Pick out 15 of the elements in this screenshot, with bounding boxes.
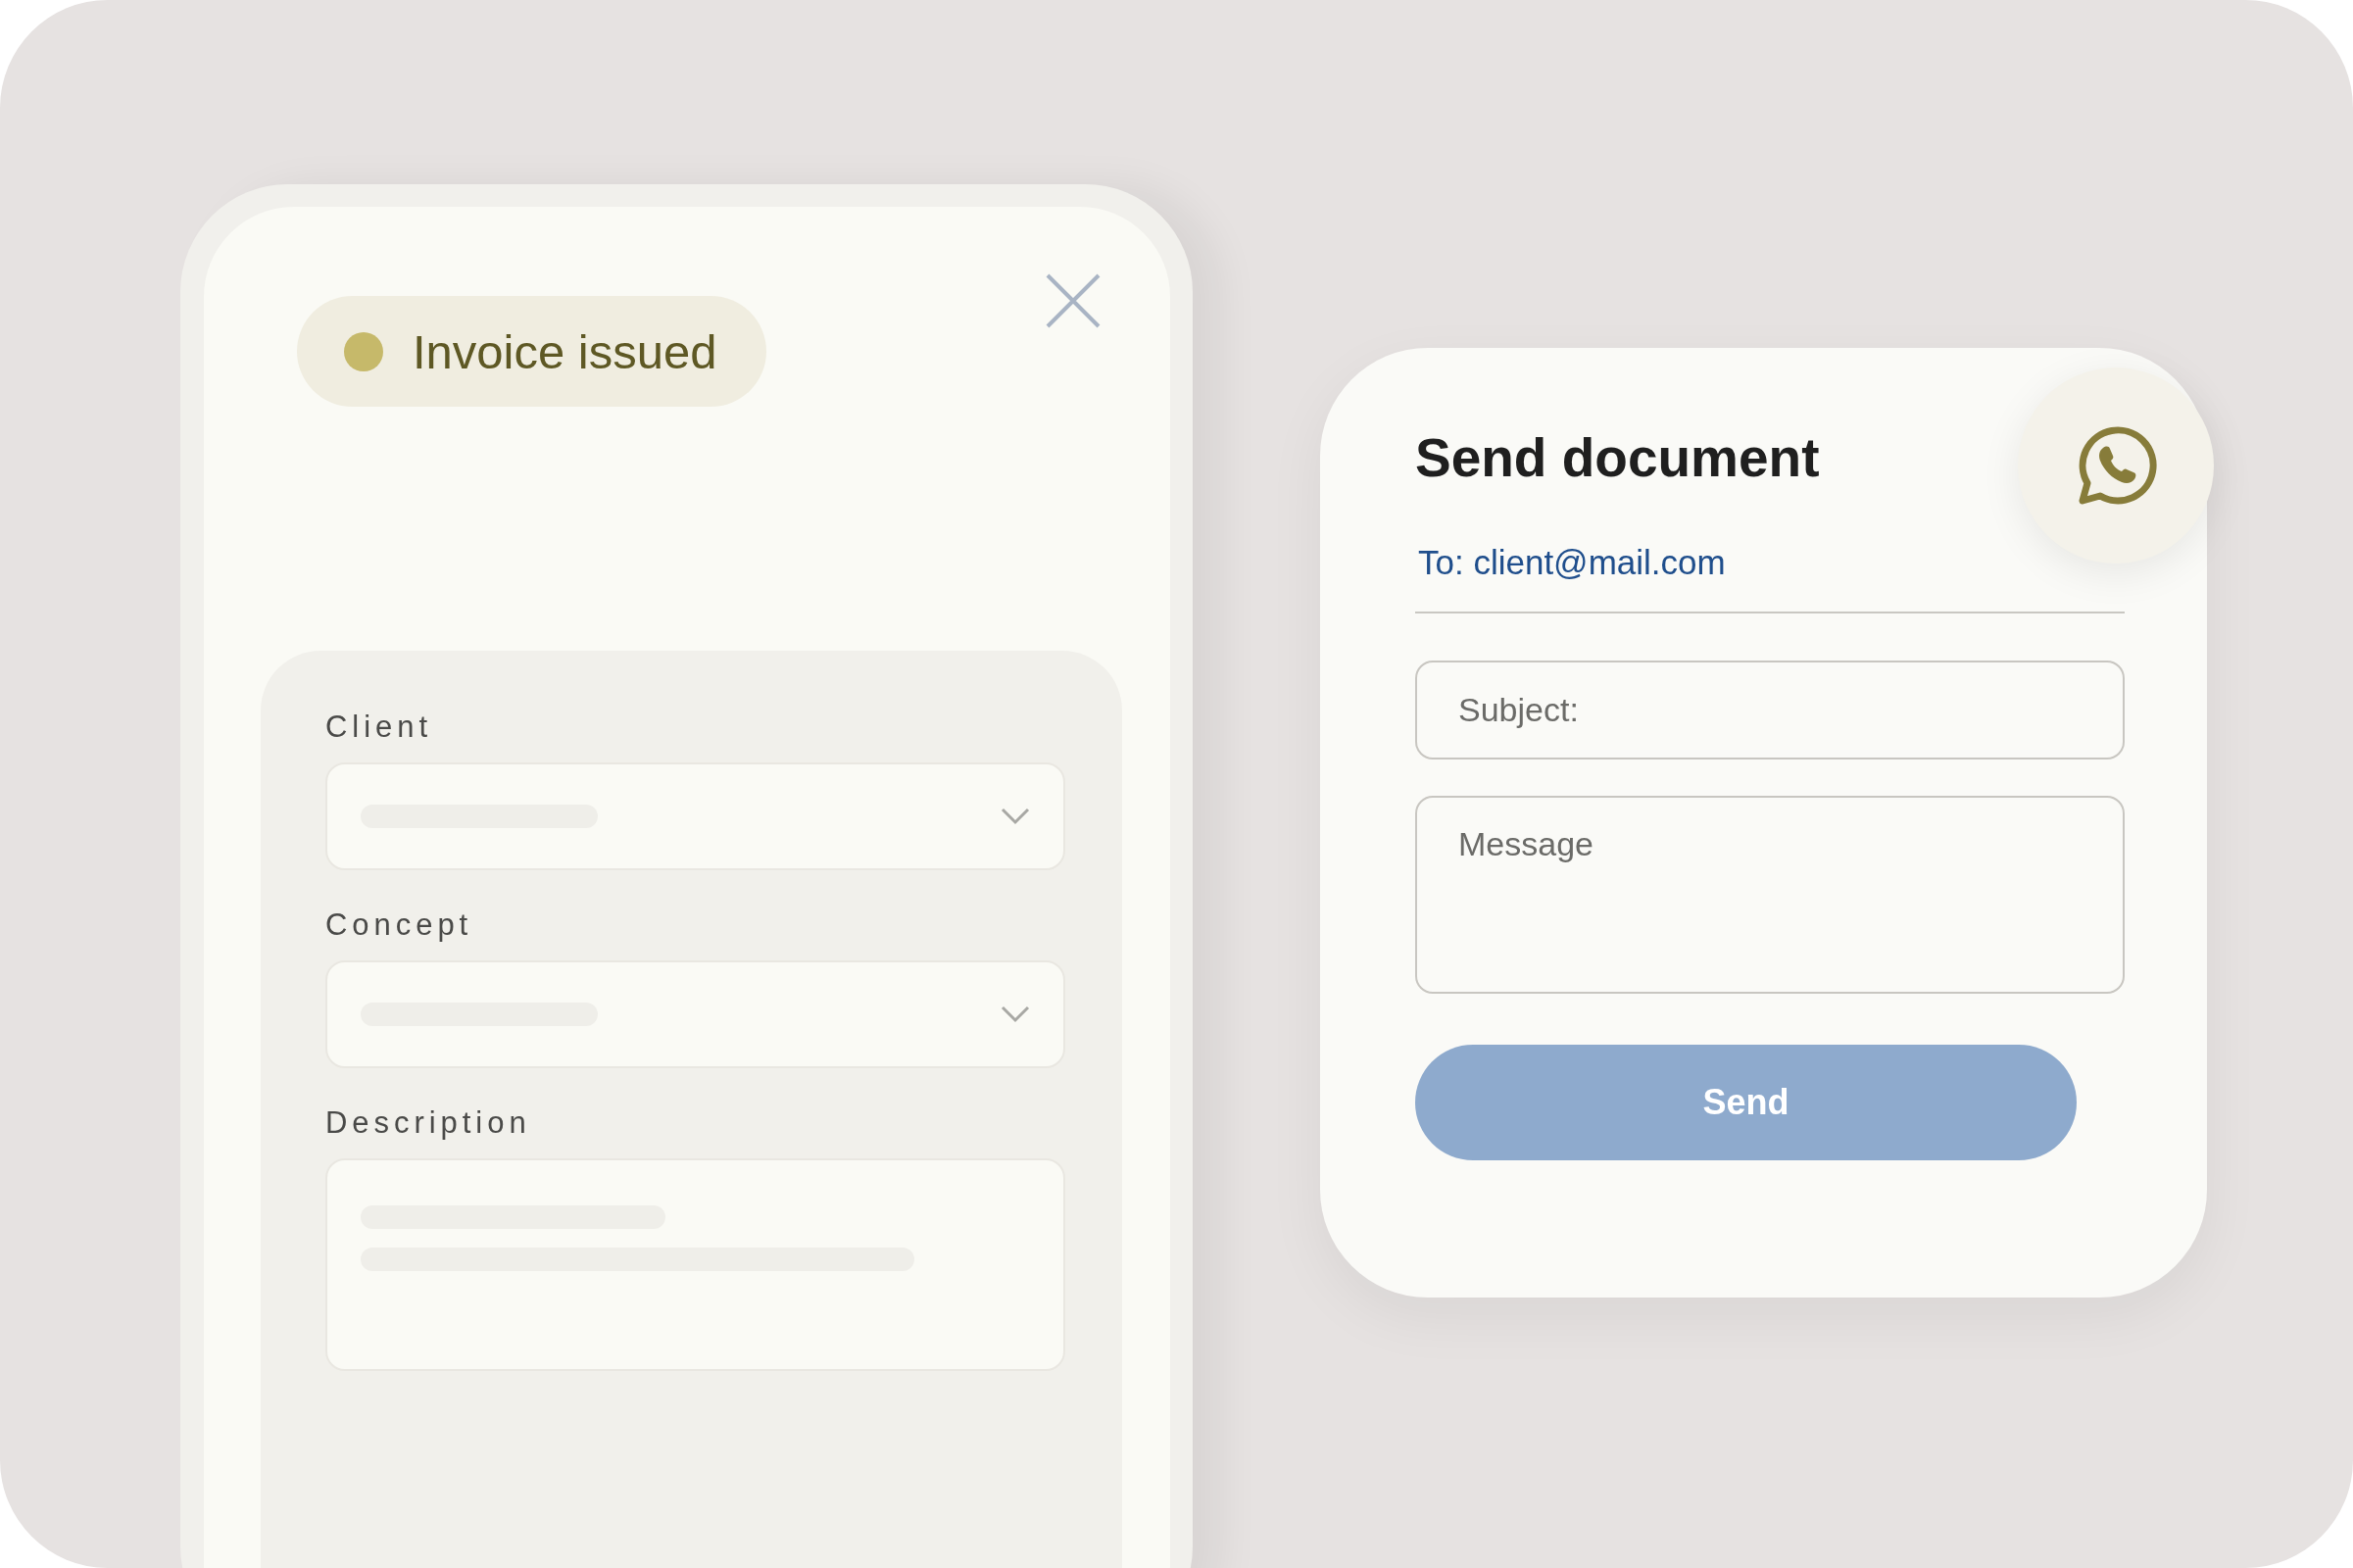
chevron-down-icon (1001, 1005, 1030, 1023)
field-label: Concept (325, 907, 473, 943)
message-field[interactable]: Message (1415, 796, 2125, 994)
field-label: Client (325, 710, 433, 745)
subject-field[interactable]: Subject: (1415, 661, 2125, 760)
card-title: Send document (1415, 426, 1820, 489)
dropdown-field[interactable] (325, 762, 1065, 870)
close-icon[interactable] (1046, 273, 1101, 328)
recipient-text: To: client@mail.com (1417, 543, 1726, 582)
send-button[interactable]: Send (1415, 1045, 2077, 1160)
dropdown-field[interactable] (325, 960, 1065, 1068)
field-label: Description (325, 1105, 531, 1141)
chevron-down-icon (1001, 808, 1030, 825)
status-dot (344, 331, 383, 371)
status-label: Invoice issued (413, 323, 717, 379)
